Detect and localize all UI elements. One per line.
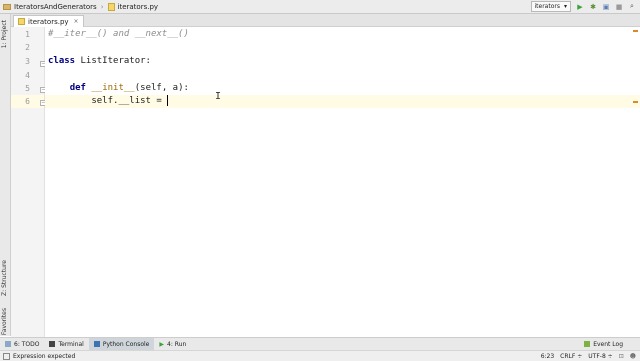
error-stripe-marker[interactable] [633, 101, 638, 103]
tab-label: iterators.py [28, 17, 69, 26]
code-line-6: self.__list = [48, 95, 169, 108]
status-message-text: Expression expected [13, 352, 76, 360]
assignment-text: self.__list = [48, 96, 168, 106]
text-cursor [167, 95, 169, 106]
code-line-3: class ListIterator: [48, 55, 151, 68]
breadcrumb-project-label: IteratorsAndGenerators [14, 2, 97, 11]
editor-gutter: 1 2 3 4 5 6 − − − [11, 27, 46, 337]
line-number: 1 [25, 30, 30, 39]
line-number: 4 [25, 71, 30, 80]
event-log-icon [584, 341, 591, 347]
play-icon[interactable]: ▶ [576, 3, 584, 11]
function-name: __init__ [91, 83, 135, 93]
code-line-5: def __init__(self, a): [48, 82, 189, 95]
run-toolbar: iterators ▾ ▶ ✱ ▣ ■ ⌕ [530, 1, 637, 12]
ibeam-cursor-icon: I [215, 91, 222, 102]
window-layout-icon[interactable] [3, 352, 10, 360]
python-icon [93, 341, 100, 347]
project-tool-button[interactable]: 1: Project [1, 20, 8, 48]
breadcrumb-file-label: iterators.py [117, 2, 159, 11]
bug-icon[interactable]: ✱ [589, 3, 597, 11]
class-name-text: ListIterator: [75, 56, 151, 66]
coverage-icon[interactable]: ▣ [602, 3, 610, 11]
breadcrumb-file[interactable]: iterators.py [105, 0, 162, 13]
editor-tab-bar: iterators.py × [11, 14, 640, 27]
error-stripe-marker[interactable] [633, 30, 638, 32]
play-icon: ▶ [159, 340, 164, 348]
python-console-label: Python Console [102, 340, 150, 348]
inspector-icon[interactable]: ☻ [630, 353, 636, 360]
status-bar: Expression expected 6:23 CRLF ÷ UTF-8 ÷ … [0, 350, 640, 361]
search-icon[interactable]: ⌕ [628, 2, 636, 11]
caret-position[interactable]: 6:23 [541, 353, 554, 360]
run-label: 4: Run [167, 340, 187, 348]
run-tool-button[interactable]: ▶ 4: Run [154, 338, 191, 350]
python-console-tool-button[interactable]: Python Console [88, 338, 155, 350]
stop-icon[interactable]: ■ [615, 3, 623, 11]
code-line-1: #__iter__() and __next__() [48, 28, 189, 41]
tab-iterators-py[interactable]: iterators.py × [13, 15, 84, 27]
close-icon[interactable]: × [74, 18, 79, 25]
terminal-tool-button[interactable]: Terminal [44, 338, 88, 350]
event-log-button[interactable]: Event Log [579, 338, 628, 350]
python-file-icon [18, 18, 25, 25]
line-number: 3 [25, 57, 30, 66]
file-encoding[interactable]: UTF-8 ÷ [588, 353, 612, 360]
code-editor[interactable]: #__iter__() and __next__() class ListIte… [45, 27, 640, 337]
run-configuration-label: iterators [534, 3, 560, 10]
todo-tool-button[interactable]: 6: TODO [0, 338, 44, 350]
line-separator[interactable]: CRLF ÷ [560, 353, 582, 360]
todo-icon [5, 341, 11, 347]
comment-text: #__iter__() and __next__() [48, 29, 189, 39]
terminal-icon [49, 341, 56, 347]
parameter-list: (self, a): [134, 83, 189, 93]
chevron-down-icon: ▾ [563, 3, 567, 10]
run-configuration-select[interactable]: iterators ▾ [530, 1, 571, 12]
todo-label: 6: TODO [14, 340, 40, 348]
navigation-bar: IteratorsAndGenerators › iterators.py it… [0, 0, 640, 14]
breadcrumb-project[interactable]: IteratorsAndGenerators [0, 0, 100, 13]
terminal-label: Terminal [58, 340, 84, 348]
lock-icon[interactable]: ⊡ [619, 353, 624, 360]
python-file-icon [107, 2, 115, 11]
status-message: Expression expected [0, 352, 76, 360]
structure-tool-button[interactable]: Z: Structure [1, 260, 8, 296]
folder-icon [3, 3, 11, 10]
line-number: 2 [25, 43, 30, 52]
line-number: 6 [25, 97, 30, 106]
left-tool-strip: 1: Project Z: Structure 2: Favorites [0, 14, 11, 343]
line-number: 5 [25, 84, 30, 93]
keyword-def: def [69, 83, 86, 93]
bottom-tool-bar: 6: TODO Terminal Python Console ▶ 4: Run… [0, 337, 640, 350]
keyword-class: class [48, 56, 76, 66]
event-log-label: Event Log [593, 340, 623, 348]
